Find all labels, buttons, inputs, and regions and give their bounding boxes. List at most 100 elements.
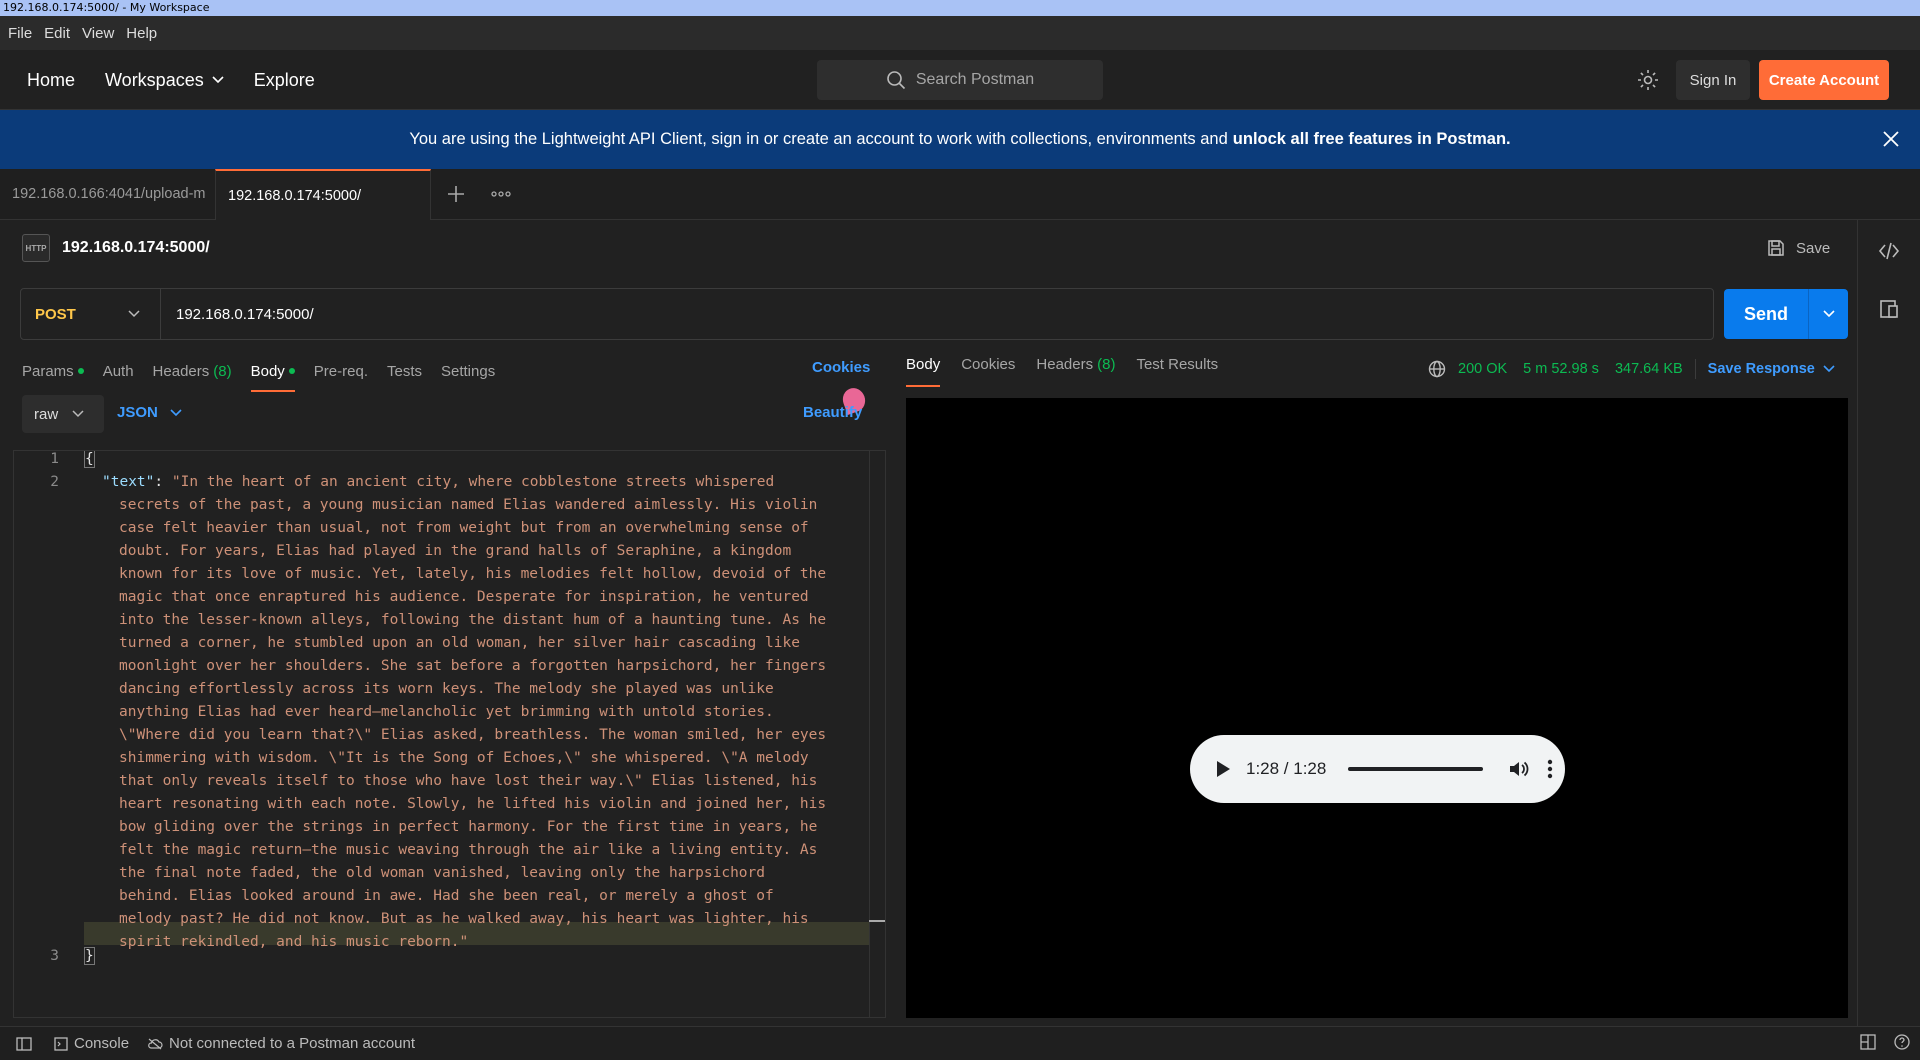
resp-tab-headers[interactable]: Headers (8) [1036, 356, 1115, 373]
console-button[interactable]: Console [54, 1035, 129, 1052]
json-string-line: into the lesser-known alleys, following … [119, 612, 827, 628]
code-icon[interactable] [1878, 240, 1900, 262]
nav-explore[interactable]: Explore [254, 70, 315, 91]
line-number: 1 [50, 451, 59, 467]
plus-icon[interactable] [446, 184, 466, 204]
method-label: POST [35, 305, 76, 323]
menu-file[interactable]: File [8, 25, 32, 42]
tab-auth[interactable]: Auth [103, 356, 134, 386]
body-mode-label: raw [34, 405, 59, 423]
method-select[interactable]: POST [21, 289, 161, 339]
account-status[interactable]: Not connected to a Postman account [147, 1035, 415, 1052]
send-options-button[interactable] [1808, 289, 1848, 339]
code-editor[interactable]: 1 2 3 { "text": "In the heart of an anci… [13, 450, 886, 1018]
volume-icon[interactable] [1507, 758, 1529, 780]
resp-tab-tests[interactable]: Test Results [1136, 356, 1218, 373]
json-string-line: known for its love of music. Yet, lately… [119, 566, 827, 582]
tab-tests[interactable]: Tests [387, 356, 422, 386]
info-banner: You are using the Lightweight API Client… [0, 110, 1920, 169]
create-account-button[interactable]: Create Account [1759, 60, 1889, 100]
more-vertical-icon[interactable] [1547, 759, 1553, 779]
save-response-label: Save Response [1707, 361, 1815, 377]
menu-bar: File Edit View Help [0, 16, 1920, 50]
json-string-line: "In the heart of an ancient city, where … [171, 474, 775, 490]
resp-tab-body[interactable]: Body [906, 356, 941, 387]
chevron-down-icon [212, 76, 224, 84]
json-string-line: spirit rekindled, and his music reborn." [119, 934, 469, 950]
gear-icon[interactable] [1636, 68, 1660, 92]
tab-upload[interactable]: 192.168.0.166:4041/upload-m [0, 169, 215, 219]
save-response-button[interactable]: Save Response [1708, 361, 1835, 377]
info-panel-icon[interactable] [1878, 298, 1900, 320]
request-title: HTTP 192.168.0.174:5000/ [22, 234, 210, 262]
json-string-line: moonlight over her shoulders. She sat be… [119, 658, 827, 674]
request-name[interactable]: 192.168.0.174:5000/ [62, 239, 210, 257]
response-tabs: Body Cookies Headers (8) Test Results [906, 356, 1239, 387]
tab-current-request[interactable]: 192.168.0.174:5000/ [215, 169, 431, 220]
response-media-preview: 1:28 / 1:28 [906, 398, 1848, 1018]
request-sections-tabs: Params Auth Headers (8) Body Pre-req. Tes… [22, 356, 514, 392]
url-input[interactable]: 192.168.0.174:5000/ [161, 306, 314, 323]
close-brace-char: } [84, 947, 95, 965]
editor-scrollbar[interactable] [869, 451, 885, 1017]
resp-tab-cookies[interactable]: Cookies [961, 356, 1015, 373]
cloud-off-icon [148, 1038, 163, 1049]
nav-home[interactable]: Home [27, 70, 75, 91]
scroll-thumb[interactable] [869, 920, 885, 922]
tab-params[interactable]: Params [22, 356, 84, 386]
chevron-down-icon [128, 310, 140, 318]
banner-text: You are using the Lightweight API Client… [409, 130, 1228, 148]
json-key: "text" [102, 474, 155, 490]
close-brace: } [84, 947, 95, 965]
sign-in-button[interactable]: Sign In [1676, 60, 1750, 100]
sidebar-toggle[interactable] [16, 1036, 38, 1051]
close-icon[interactable] [1882, 130, 1900, 148]
status-bar-right [1842, 1034, 1910, 1050]
status-code[interactable]: 200 OK [1458, 361, 1507, 377]
layout-icon[interactable] [1860, 1034, 1876, 1050]
help-icon[interactable] [1894, 1034, 1910, 1050]
tab-prereq[interactable]: Pre-req. [314, 356, 368, 386]
tab-settings[interactable]: Settings [441, 356, 495, 386]
body-format-select[interactable]: JSON [117, 404, 182, 421]
menu-edit[interactable]: Edit [44, 25, 70, 42]
more-horizontal-icon[interactable] [491, 184, 511, 204]
account-status-label: Not connected to a Postman account [169, 1035, 416, 1052]
json-string-line: turned a corner, he stumbled upon an old… [119, 635, 800, 651]
chevron-down-icon [1822, 310, 1835, 318]
json-string-line: behind. Elias looked around in awe. Had … [119, 888, 774, 904]
tab-headers[interactable]: Headers (8) [153, 356, 232, 386]
cookies-link[interactable]: Cookies [812, 359, 870, 376]
beautify-button[interactable]: Beautify [803, 404, 862, 421]
audio-progress-track[interactable] [1348, 767, 1484, 771]
globe-icon[interactable] [1428, 360, 1446, 378]
save-label: Save [1796, 239, 1831, 257]
tab-body[interactable]: Body [250, 356, 296, 392]
tab-body-label: Body [250, 362, 285, 380]
open-brace-char: { [84, 451, 95, 468]
json-string-line: bow gliding over the strings in perfect … [119, 819, 818, 835]
response-time[interactable]: 5 m 52.98 s [1523, 361, 1599, 377]
resp-tab-headers-label: Headers [1036, 356, 1094, 373]
main-nav: Home Workspaces Explore [27, 50, 345, 110]
play-icon[interactable] [1214, 759, 1232, 779]
menu-help[interactable]: Help [126, 25, 157, 42]
search-icon [887, 71, 905, 90]
save-button[interactable]: Save [1766, 238, 1830, 258]
window-title: 192.168.0.174:5000/ - My Workspace [0, 0, 1920, 16]
menu-view[interactable]: View [82, 25, 114, 42]
search-input[interactable]: Search Postman [817, 60, 1103, 100]
json-string-line: doubt. For years, Elias had played in th… [119, 543, 792, 559]
send-label: Send [1743, 303, 1788, 324]
json-key-line: "text": "In the heart of an ancient city… [102, 474, 774, 490]
save-icon [1768, 240, 1784, 256]
tab-params-label: Params [22, 362, 74, 380]
nav-workspaces[interactable]: Workspaces [105, 70, 224, 91]
send-button[interactable]: Send [1724, 289, 1848, 339]
sidebar-toggle-icon [16, 1036, 32, 1051]
body-format-label: JSON [117, 404, 158, 421]
audio-player[interactable]: 1:28 / 1:28 [1190, 735, 1565, 803]
body-mode-select[interactable]: raw [22, 395, 104, 433]
line-gutter: 1 2 3 [14, 451, 84, 1017]
response-size[interactable]: 347.64 KB [1615, 361, 1683, 377]
